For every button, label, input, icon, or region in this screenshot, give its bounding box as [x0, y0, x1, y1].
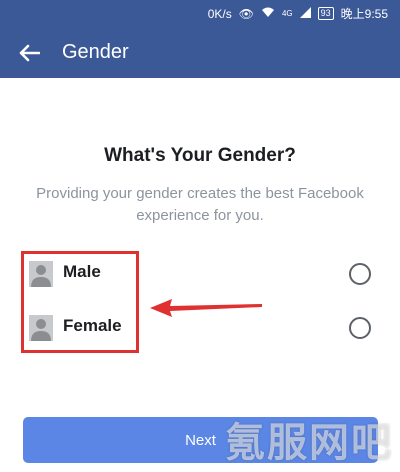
- arrow-left-icon: [19, 44, 40, 61]
- app-bar: Gender: [0, 27, 400, 78]
- status-bar: 0K/s 👁 4G 93 晚上9:55: [0, 0, 400, 27]
- gender-description: Providing your gender creates the best F…: [36, 185, 364, 224]
- network-type: 4G: [281, 9, 293, 18]
- status-time: 晚上9:55: [340, 7, 388, 21]
- eye-icon: 👁: [238, 6, 254, 21]
- gender-heading: What's Your Gender?: [104, 145, 296, 166]
- watermark: 氪服网吧: [225, 421, 393, 465]
- wifi-icon: [261, 7, 275, 21]
- battery-level: 93: [317, 7, 334, 20]
- network-speed: 0K/s: [207, 6, 232, 21]
- signal-icon: [299, 6, 311, 21]
- radio-female[interactable]: [349, 317, 371, 339]
- annotation-highlight-box: [21, 251, 139, 353]
- annotation-arrow-icon: [150, 299, 262, 317]
- back-button[interactable]: [0, 27, 58, 78]
- page-title: Gender: [62, 41, 129, 63]
- radio-male[interactable]: [349, 263, 371, 285]
